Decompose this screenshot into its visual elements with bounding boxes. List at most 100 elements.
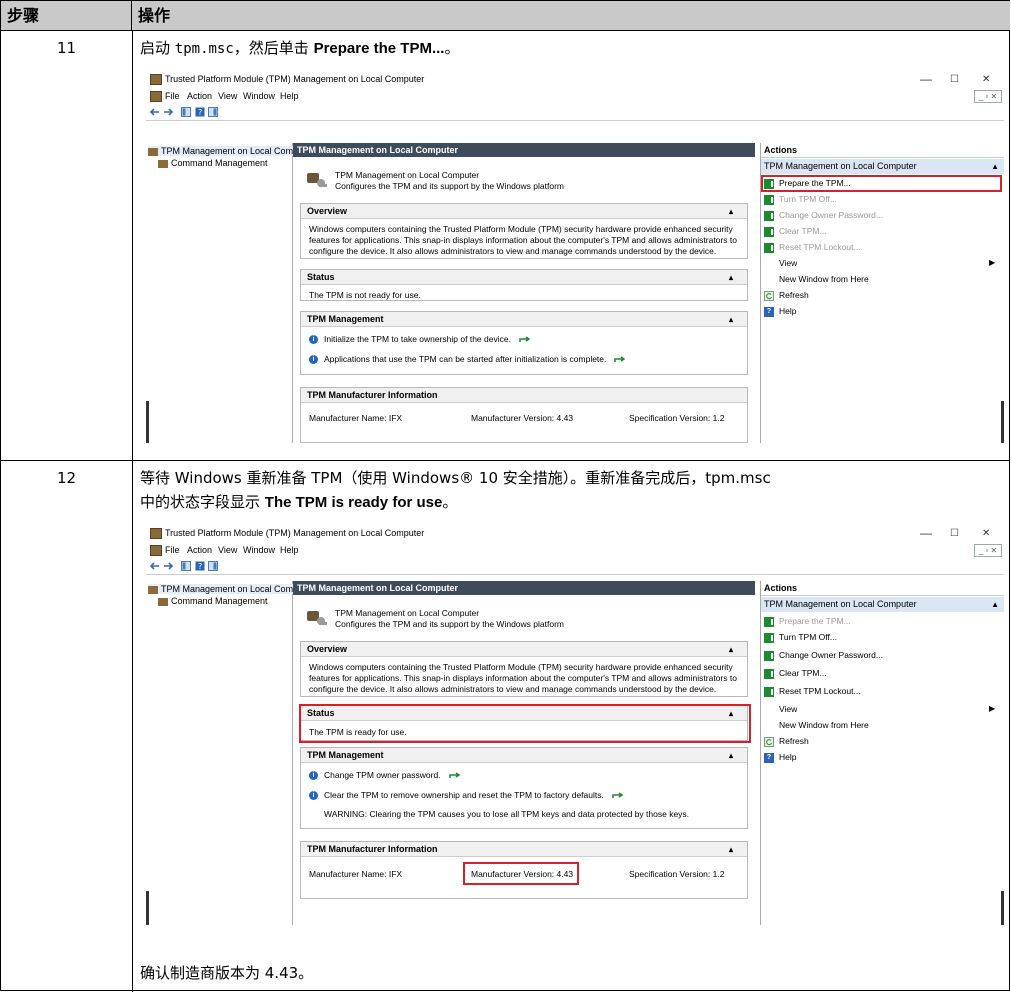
command-code: tpm.msc bbox=[174, 41, 234, 57]
collapse-icon[interactable]: ▴ bbox=[729, 842, 733, 857]
menu-help[interactable]: Help bbox=[280, 545, 299, 555]
action-clear-tpm[interactable]: Clear TPM... bbox=[764, 667, 827, 679]
action-icon bbox=[764, 686, 774, 697]
menu-view[interactable]: View bbox=[218, 545, 237, 555]
mgmt-item[interactable]: i Clear the TPM to remove ownership and r… bbox=[309, 790, 739, 801]
collapse-icon[interactable]: ▴ bbox=[729, 748, 733, 763]
center-pane-header: TPM Management on Local Computer bbox=[293, 581, 755, 595]
tree-item-command-management[interactable]: Command Management bbox=[158, 158, 268, 168]
menu-action[interactable]: Action bbox=[187, 91, 212, 101]
link-arrow-icon[interactable] bbox=[614, 356, 626, 363]
link-arrow-icon[interactable] bbox=[448, 772, 461, 779]
action-reset-tpm-lockout[interactable]: Reset TPM Lockout... bbox=[764, 685, 861, 697]
left-edge-marker bbox=[146, 891, 149, 925]
action-view[interactable]: View ▶ bbox=[779, 257, 995, 269]
tpm-management-header[interactable]: TPM Management ▴ bbox=[301, 312, 747, 327]
menu-file[interactable]: File bbox=[165, 91, 180, 101]
action-icon bbox=[764, 616, 774, 627]
close-icon[interactable]: ✕ bbox=[982, 74, 990, 85]
mdi-controls[interactable]: _ ▫ ✕ bbox=[974, 90, 1002, 103]
action-change-owner-password[interactable]: Change Owner Password... bbox=[764, 209, 883, 221]
menu-action[interactable]: Action bbox=[187, 545, 212, 555]
collapse-icon[interactable]: ▴ bbox=[729, 312, 733, 327]
tree-item-command-management[interactable]: Command Management bbox=[158, 596, 268, 606]
help-icon: ? bbox=[764, 306, 774, 317]
tpm-management-header[interactable]: TPM Management ▴ bbox=[301, 748, 747, 763]
action-refresh[interactable]: Refresh bbox=[764, 289, 809, 301]
collapse-icon[interactable]: ▴ bbox=[729, 204, 733, 219]
mgmt-item[interactable]: i Change TPM owner password. bbox=[309, 770, 739, 781]
info-icon: i bbox=[309, 335, 318, 345]
collapse-icon[interactable]: ▲ bbox=[991, 159, 999, 174]
action-icon bbox=[764, 226, 774, 237]
menu-window[interactable]: Window bbox=[243, 545, 275, 555]
info-icon: i bbox=[309, 791, 318, 801]
show-action-pane-icon[interactable] bbox=[208, 561, 218, 571]
action-refresh[interactable]: Refresh bbox=[764, 735, 809, 747]
action-help[interactable]: ? Help bbox=[764, 751, 796, 763]
action-new-window[interactable]: New Window from Here bbox=[779, 273, 869, 285]
tpm-management-panel: TPM Management ▴ i Change TPM owner passwo… bbox=[300, 747, 748, 829]
actions-subheader[interactable]: TPM Management on Local Computer ▲ bbox=[761, 159, 1004, 174]
tree-item-tpm-management[interactable]: TPM Management on Local Comp bbox=[148, 146, 299, 156]
menu-window[interactable]: Window bbox=[243, 91, 275, 101]
tpm-chip-icon bbox=[307, 611, 327, 625]
collapse-icon[interactable]: ▴ bbox=[729, 270, 733, 285]
help-icon[interactable]: ? bbox=[195, 561, 205, 571]
menu-help[interactable]: Help bbox=[280, 91, 299, 101]
row-divider bbox=[1, 460, 1010, 461]
manufacturer-header[interactable]: TPM Manufacturer Information bbox=[301, 388, 747, 403]
step-11-text: 启动 tpm.msc，然后单击 Prepare the TPM...。 bbox=[140, 39, 460, 57]
actions-pane: Actions TPM Management on Local Computer… bbox=[760, 143, 1004, 443]
manufacturer-header[interactable]: TPM Manufacturer Information ▴ bbox=[301, 842, 747, 857]
mgmt-item[interactable]: i Applications that use the TPM can be st… bbox=[309, 354, 739, 365]
svg-text:?: ? bbox=[198, 108, 202, 117]
status-header[interactable]: Status ▴ bbox=[301, 270, 747, 285]
step-12-line2: 中的状态字段显示 The TPM is ready for use。 bbox=[140, 493, 458, 511]
intro-subtitle: Configures the TPM and its support by th… bbox=[335, 181, 564, 191]
action-view[interactable]: View ▶ bbox=[779, 703, 995, 715]
menu-view[interactable]: View bbox=[218, 91, 237, 101]
actions-subheader[interactable]: TPM Management on Local Computer ▲ bbox=[761, 597, 1004, 612]
warning-text: WARNING: Clearing the TPM causes you to … bbox=[324, 809, 690, 819]
back-icon[interactable] bbox=[150, 561, 160, 571]
mgmt-item[interactable]: i Initialize the TPM to take ownership of… bbox=[309, 334, 739, 345]
action-turn-tpm-off[interactable]: Turn TPM Off... bbox=[764, 193, 837, 205]
mdi-controls[interactable]: _ ▫ ✕ bbox=[974, 544, 1002, 557]
tree-item-tpm-management[interactable]: TPM Management on Local Comp bbox=[148, 584, 299, 594]
overview-header[interactable]: Overview ▴ bbox=[301, 204, 747, 219]
close-icon[interactable]: ✕ bbox=[982, 528, 990, 539]
intro-block: TPM Management on Local Computer Configu… bbox=[335, 608, 735, 630]
help-icon[interactable]: ? bbox=[195, 107, 205, 117]
show-tree-icon[interactable] bbox=[181, 561, 191, 571]
collapse-icon[interactable]: ▴ bbox=[729, 642, 733, 657]
collapse-icon[interactable]: ▲ bbox=[991, 597, 999, 612]
forward-icon[interactable] bbox=[163, 561, 173, 571]
action-new-window[interactable]: New Window from Here bbox=[779, 719, 869, 731]
column-divider bbox=[132, 31, 133, 992]
show-tree-icon[interactable] bbox=[181, 107, 191, 117]
minimize-icon[interactable]: — bbox=[920, 526, 932, 540]
action-change-owner-password[interactable]: Change Owner Password... bbox=[764, 649, 883, 661]
info-icon: i bbox=[309, 771, 318, 781]
action-prepare-tpm[interactable]: Prepare the TPM... bbox=[764, 615, 851, 627]
show-action-pane-icon[interactable] bbox=[208, 107, 218, 117]
action-clear-tpm[interactable]: Clear TPM... bbox=[764, 225, 827, 237]
maximize-icon[interactable]: ☐ bbox=[950, 528, 959, 539]
maximize-icon[interactable]: ☐ bbox=[950, 74, 959, 85]
help-icon: ? bbox=[764, 752, 774, 763]
step-number-12: 12 bbox=[56, 469, 77, 487]
action-reset-tpm-lockout[interactable]: Reset TPM Lockout... bbox=[764, 241, 861, 253]
menu-file[interactable]: File bbox=[165, 545, 180, 555]
link-arrow-icon[interactable] bbox=[612, 792, 624, 799]
action-turn-tpm-off[interactable]: Turn TPM Off... bbox=[764, 631, 837, 643]
action-help[interactable]: ? Help bbox=[764, 305, 796, 317]
link-arrow-icon[interactable] bbox=[519, 336, 531, 343]
minimize-icon[interactable]: — bbox=[920, 72, 932, 86]
forward-icon[interactable] bbox=[163, 107, 173, 117]
menu-bar: File Action View Window Help _ ▫ ✕ bbox=[146, 542, 1004, 558]
overview-header[interactable]: Overview ▴ bbox=[301, 642, 747, 657]
screenshot-2: Trusted Platform Module (TPM) Management… bbox=[146, 525, 1004, 925]
back-icon[interactable] bbox=[150, 107, 160, 117]
overview-text: Windows computers containing the Trusted… bbox=[309, 224, 737, 256]
